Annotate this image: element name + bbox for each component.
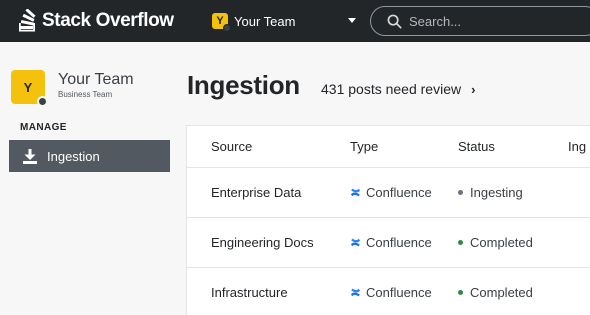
search-input[interactable] [409, 13, 589, 29]
logo[interactable]: Stack Overflow [18, 8, 174, 34]
column-header-source[interactable]: Source [211, 139, 252, 154]
status-label: Completed [470, 235, 533, 250]
column-header-ing[interactable]: Ing [568, 139, 586, 154]
source-type: Confluence [350, 285, 432, 300]
main-content: Ingestion 431 posts need review › Source… [178, 42, 590, 315]
search-box[interactable] [370, 6, 590, 36]
sidebar: Y Your Team Business Team MANAGE Ingesti… [0, 42, 178, 315]
page-title: Ingestion [187, 70, 300, 100]
chevron-down-icon[interactable] [348, 18, 356, 23]
sidebar-item-label: Ingestion [47, 148, 100, 164]
top-bar: Stack Overflow Y Your Team [0, 0, 590, 42]
status-dot-icon [458, 240, 463, 245]
source-type: Confluence [350, 235, 432, 250]
table-header-row: Source Type Status Ing [187, 126, 590, 168]
status: Ingesting [458, 185, 523, 200]
team-avatar-letter: Y [23, 79, 33, 95]
confluence-icon [350, 288, 361, 297]
search-icon [387, 14, 402, 29]
stack-overflow-logo-icon [19, 9, 36, 32]
sidebar-team-subtitle: Business Team [58, 90, 113, 99]
status-label: Ingesting [470, 185, 523, 200]
source-type: Confluence [350, 185, 432, 200]
team-avatar: Y [11, 70, 48, 107]
table-row[interactable]: Enterprise Data Confluence Ingesting [187, 168, 590, 218]
review-posts-link[interactable]: 431 posts need review › [321, 81, 475, 97]
ingestion-table: Source Type Status Ing Enterprise Data C… [186, 125, 590, 315]
sidebar-item-ingestion[interactable]: Ingestion [9, 140, 170, 172]
sidebar-team-name: Your Team [58, 71, 134, 88]
status: Completed [458, 285, 533, 300]
status: Completed [458, 235, 533, 250]
status-dot-icon [458, 290, 463, 295]
source-name: Engineering Docs [211, 235, 314, 250]
column-header-type[interactable]: Type [350, 139, 378, 154]
shield-icon [223, 24, 231, 32]
source-type-label: Confluence [366, 285, 432, 300]
status-label: Completed [470, 285, 533, 300]
column-header-status[interactable]: Status [458, 139, 495, 154]
table-row[interactable]: Engineering Docs Confluence Completed [187, 218, 590, 268]
source-type-label: Confluence [366, 235, 432, 250]
team-badge: Y [212, 13, 231, 32]
table-row[interactable]: Infrastructure Confluence Completed [187, 268, 590, 315]
section-label-manage: MANAGE [20, 122, 67, 133]
team-switcher[interactable]: Y Your Team [212, 10, 360, 32]
source-name: Enterprise Data [211, 185, 302, 200]
status-dot-icon [458, 190, 463, 195]
source-name: Infrastructure [211, 285, 288, 300]
chevron-right-icon: › [471, 81, 476, 97]
download-icon [23, 148, 37, 164]
team-switcher-label: Your Team [234, 13, 296, 29]
review-posts-label: 431 posts need review [321, 81, 462, 97]
confluence-icon [350, 238, 361, 247]
shield-icon [37, 96, 48, 107]
source-type-label: Confluence [366, 185, 432, 200]
logo-text: Stack Overflow [42, 10, 174, 31]
confluence-icon [350, 188, 361, 197]
